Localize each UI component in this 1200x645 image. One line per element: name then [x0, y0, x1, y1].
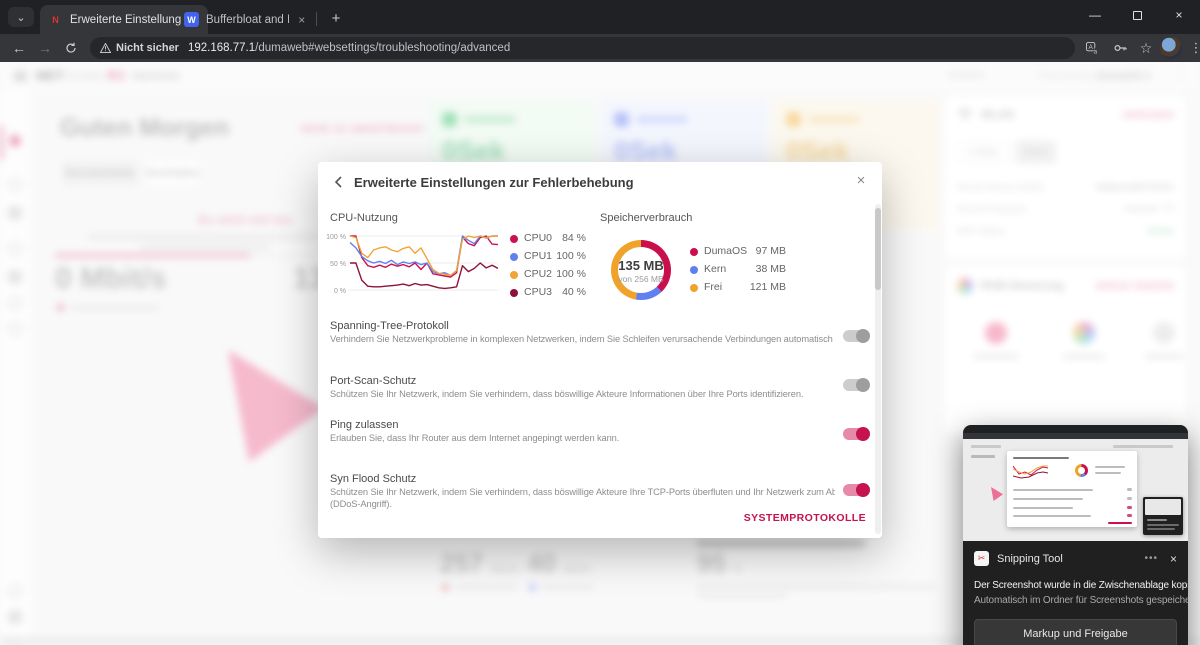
- legend-dot: [510, 271, 518, 279]
- browser-tabstrip: ⌄ N Erweiterte Einstellungen zur Feh × W…: [0, 0, 1200, 34]
- toggle-title: Syn Flood Schutz: [330, 473, 417, 485]
- toast-message-primary: Der Screenshot wurde in die Zwischenabla…: [974, 580, 1188, 591]
- spanning-tree-toggle[interactable]: [843, 329, 870, 343]
- cpu-usage-chart: 100 % 50 % 0 %: [326, 234, 499, 295]
- profile-avatar[interactable]: [1160, 37, 1182, 59]
- markup-share-button[interactable]: Markup und Freigabe: [974, 619, 1177, 645]
- translate-icon[interactable]: Aa: [1082, 38, 1102, 58]
- toast-panel: ✂ Snipping Tool ••• × Der Screenshot wur…: [963, 541, 1188, 645]
- svg-text:50 %: 50 %: [330, 261, 346, 268]
- legend-dot: [690, 266, 698, 274]
- legend-dot: [510, 289, 518, 297]
- system-logs-link[interactable]: SYSTEMPROTOKOLLE: [744, 512, 866, 524]
- legend-dot: [510, 235, 518, 243]
- tab-close-icon[interactable]: ×: [297, 12, 306, 28]
- page-viewport: NETDUMA R3 Startseite Powered by DumaOS …: [0, 62, 1200, 645]
- syn-flood-toggle[interactable]: [843, 483, 870, 497]
- back-chevron-icon[interactable]: [332, 175, 346, 189]
- toast-message-secondary: Automatisch im Ordner für Screenshots ge…: [974, 595, 1188, 606]
- mini-text-bar: [1113, 445, 1173, 448]
- modal-scrollbar-thumb[interactable]: [875, 208, 881, 290]
- mini-triangle: [991, 487, 1003, 501]
- snipping-tool-toast: ✂ Snipping Tool ••• × Der Screenshot wur…: [963, 425, 1188, 645]
- cpu-legend-row: CPU0 84 %: [510, 232, 586, 246]
- back-button[interactable]: ←: [8, 37, 30, 59]
- new-tab-button[interactable]: +: [326, 8, 346, 28]
- toggle-description-line2: (DDoS-Angriff).: [330, 499, 392, 509]
- mini-modal: [1007, 451, 1137, 527]
- toast-more-icon[interactable]: •••: [1144, 553, 1158, 564]
- minimize-button[interactable]: —: [1074, 0, 1116, 30]
- waveform-favicon-icon: W: [184, 12, 199, 27]
- url-text: 192.168.77.1/dumaweb#websettings/trouble…: [187, 42, 511, 54]
- url-bar[interactable]: Nicht sicher 192.168.77.1/dumaweb#webset…: [90, 37, 1075, 59]
- modal-title: Erweiterte Einstellungen zur Fehlerbeheb…: [354, 175, 634, 190]
- snipping-tool-icon: ✂: [974, 551, 989, 566]
- screenshot-preview-thumbnail[interactable]: [963, 425, 1188, 541]
- window-controls: — ×: [1074, 0, 1200, 34]
- netduma-favicon-icon: N: [52, 14, 59, 25]
- password-key-icon[interactable]: [1110, 38, 1130, 58]
- donut-center-text: 135 MB von 256 MB: [618, 258, 664, 284]
- forward-button[interactable]: →: [34, 37, 56, 59]
- toggle-description: Schützen Sie Ihr Netzwerk, indem Sie ver…: [330, 389, 804, 399]
- legend-dot: [690, 248, 698, 256]
- tab-title: Bufferbloat and Internet Speed: [206, 13, 290, 26]
- cpu-legend-row: CPU1 100 %: [510, 250, 586, 264]
- cpu-legend-row: CPU3 40 %: [510, 286, 586, 300]
- browser-tab-inactive[interactable]: W Bufferbloat and Internet Speed ×: [176, 5, 314, 34]
- toggle-title: Spanning-Tree-Protokoll: [330, 320, 449, 332]
- security-badge[interactable]: Nicht sicher: [100, 42, 188, 54]
- modal-close-icon[interactable]: ×: [852, 172, 870, 190]
- mini-text-bar: [971, 445, 1001, 448]
- legend-dot: [690, 284, 698, 292]
- advanced-troubleshooting-modal: Erweiterte Einstellungen zur Fehlerbeheb…: [318, 162, 882, 538]
- memory-legend-row: Kern 38 MB: [690, 263, 786, 277]
- toggle-description: Erlauben Sie, dass Ihr Router aus dem In…: [330, 433, 620, 443]
- toggle-description: Verhindern Sie Netzwerkprobleme in kompl…: [330, 334, 835, 344]
- browser-toolbar: ← → Nicht sicher 192.168.77.1/dumaweb#we…: [0, 34, 1200, 62]
- chevron-down-icon[interactable]: ⌄: [8, 7, 34, 27]
- cpu-section-label: CPU-Nutzung: [330, 212, 398, 224]
- bookmark-star-icon[interactable]: ☆: [1136, 38, 1156, 58]
- mini-text-bar: [971, 455, 995, 458]
- memory-legend-row: Frei 121 MB: [690, 281, 786, 295]
- svg-text:a: a: [1093, 48, 1097, 54]
- reload-button[interactable]: [60, 37, 82, 59]
- maximize-button[interactable]: [1116, 0, 1158, 30]
- memory-section-label: Speicherverbrauch: [600, 212, 693, 224]
- browser-menu-kebab-icon[interactable]: ⋮: [1186, 38, 1200, 58]
- toggle-title: Ping zulassen: [330, 419, 399, 431]
- reload-icon: [66, 42, 76, 53]
- toggle-title: Port-Scan-Schutz: [330, 375, 417, 387]
- memory-legend-row: DumaOS 97 MB: [690, 245, 786, 259]
- svg-text:100 %: 100 %: [326, 234, 346, 241]
- close-window-button[interactable]: ×: [1158, 0, 1200, 30]
- cpu-legend-row: CPU2 100 %: [510, 268, 586, 282]
- ping-allow-toggle[interactable]: [843, 427, 870, 441]
- mini-tabbar: [963, 425, 1188, 433]
- toast-app-title: Snipping Tool: [997, 552, 1063, 565]
- mini-toast: [1143, 497, 1183, 535]
- toast-close-icon[interactable]: ×: [1170, 552, 1177, 566]
- toggle-description: Schützen Sie Ihr Netzwerk, indem Sie ver…: [330, 487, 835, 497]
- warning-triangle-icon: [100, 43, 111, 53]
- legend-dot: [510, 253, 518, 261]
- mini-toolbar: [963, 433, 1188, 439]
- port-scan-toggle[interactable]: [843, 378, 870, 392]
- tab-separator: [316, 12, 317, 26]
- tab-title: Erweiterte Einstellungen zur Feh: [70, 13, 182, 26]
- svg-text:0 %: 0 %: [334, 288, 346, 295]
